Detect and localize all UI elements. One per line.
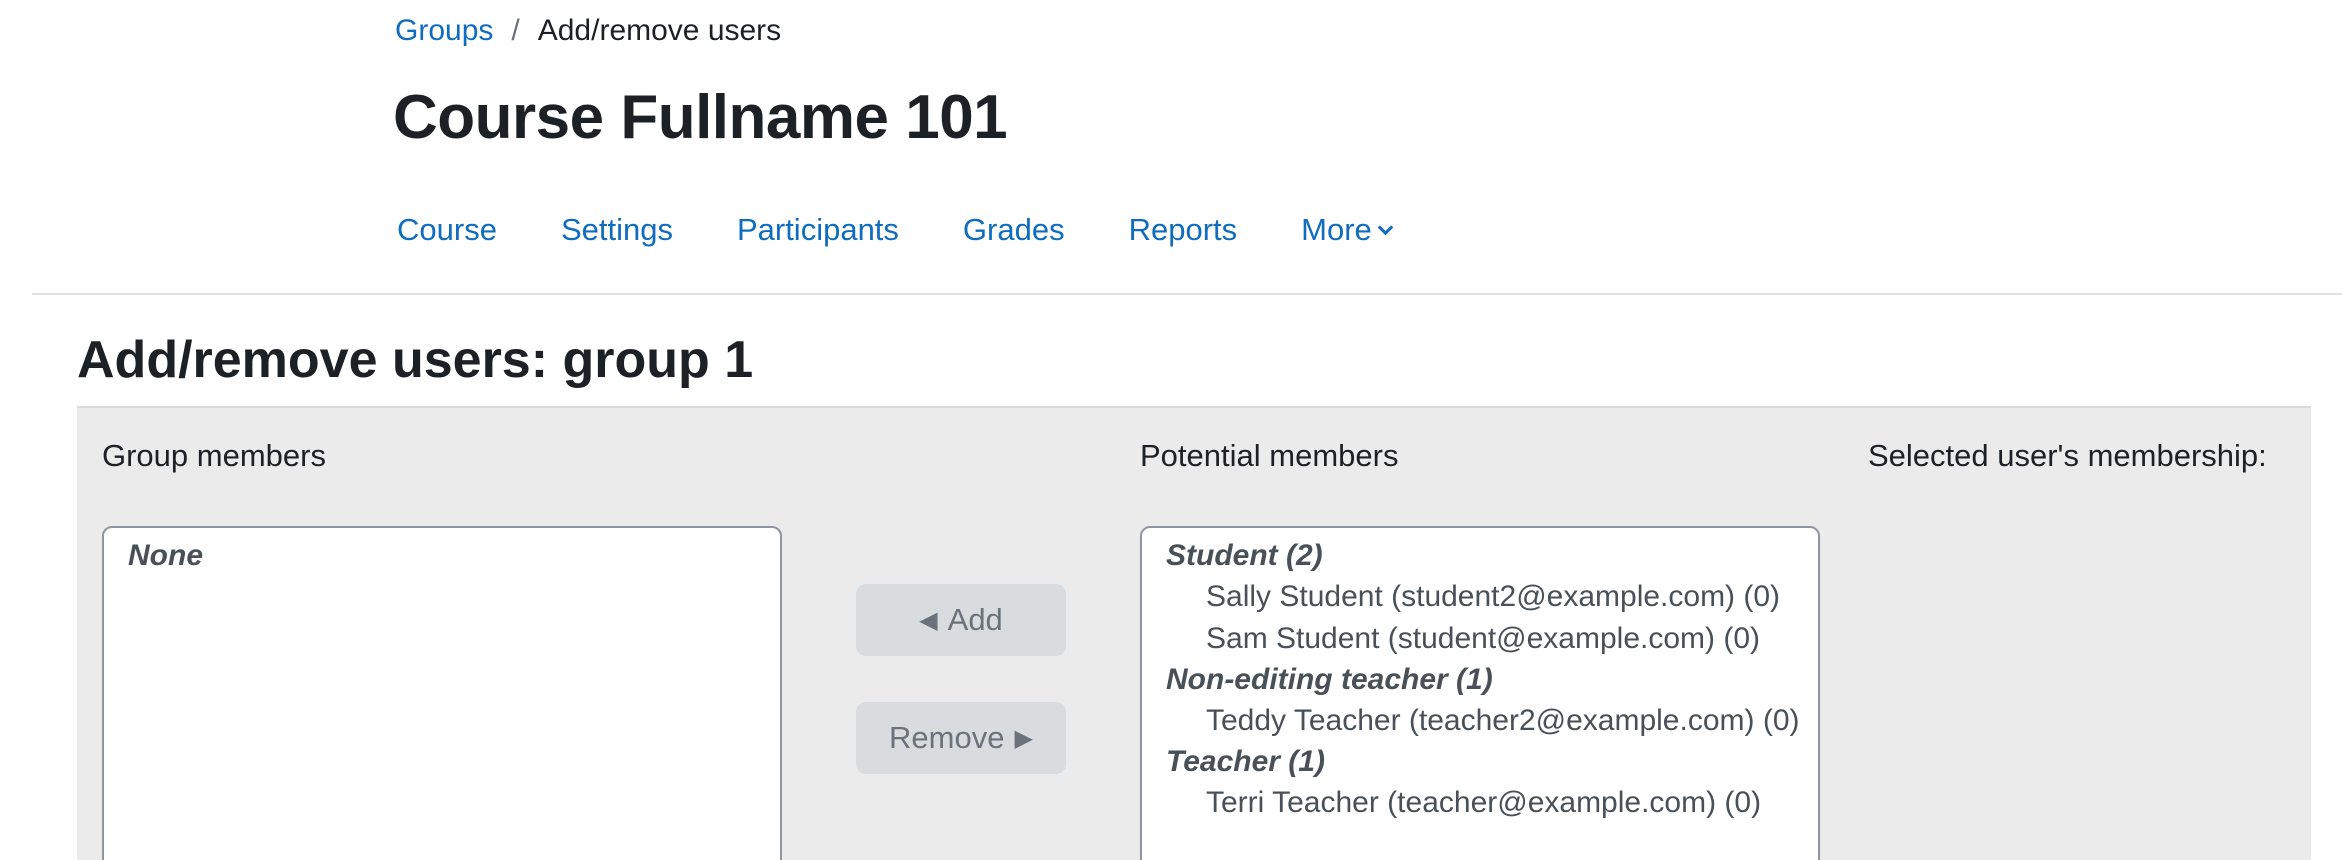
nav-participants[interactable]: Participants [737, 212, 899, 248]
add-button[interactable]: ◀ Add [856, 584, 1066, 656]
selected-user-membership-label: Selected user's membership: [1868, 438, 2267, 473]
optgroup-non-editing-teacher: Non-editing teacher (1) [1166, 663, 1493, 696]
nav-course[interactable]: Course [397, 212, 497, 248]
arrow-left-icon: ◀ [919, 606, 938, 634]
nav-more-label: More [1301, 212, 1372, 247]
group-members-listbox[interactable]: None [102, 526, 782, 860]
nav-reports[interactable]: Reports [1129, 212, 1238, 248]
optgroup-student: Student (2) [1166, 539, 1323, 572]
nav-more[interactable]: More [1301, 212, 1394, 248]
option-sam-student[interactable]: Sam Student (student@example.com) (0) [1142, 618, 1818, 660]
nav-settings[interactable]: Settings [561, 212, 673, 248]
arrow-right-icon: ▶ [1014, 724, 1033, 752]
secondary-navigation: Course Settings Participants Grades Repo… [397, 212, 1394, 248]
breadcrumb-current: Add/remove users [537, 14, 782, 47]
option-sally-student[interactable]: Sally Student (student2@example.com) (0) [1142, 576, 1818, 618]
remove-button-label: Remove [889, 720, 1005, 755]
header-divider [32, 293, 2342, 295]
group-members-none: None [128, 539, 203, 572]
optgroup-teacher: Teacher (1) [1166, 745, 1325, 778]
option-teddy-teacher[interactable]: Teddy Teacher (teacher2@example.com) (0) [1142, 700, 1818, 742]
course-title: Course Fullname 101 [393, 83, 1008, 152]
potential-members-label: Potential members [1140, 438, 1399, 473]
breadcrumb: Groups / Add/remove users [395, 14, 781, 48]
remove-button[interactable]: Remove ▶ [856, 702, 1066, 774]
breadcrumb-separator: / [511, 14, 520, 47]
user-selector-panel: Group members Potential members Selected… [77, 406, 2311, 860]
add-button-label: Add [947, 602, 1003, 637]
page-heading: Add/remove users: group 1 [77, 331, 754, 389]
chevron-down-icon [1377, 219, 1394, 235]
option-terri-teacher[interactable]: Terri Teacher (teacher@example.com) (0) [1142, 782, 1818, 824]
potential-members-listbox[interactable]: Student (2) Sally Student (student2@exam… [1140, 526, 1820, 860]
breadcrumb-groups-link[interactable]: Groups [395, 14, 493, 48]
group-members-label: Group members [102, 438, 326, 473]
nav-grades[interactable]: Grades [963, 212, 1065, 248]
